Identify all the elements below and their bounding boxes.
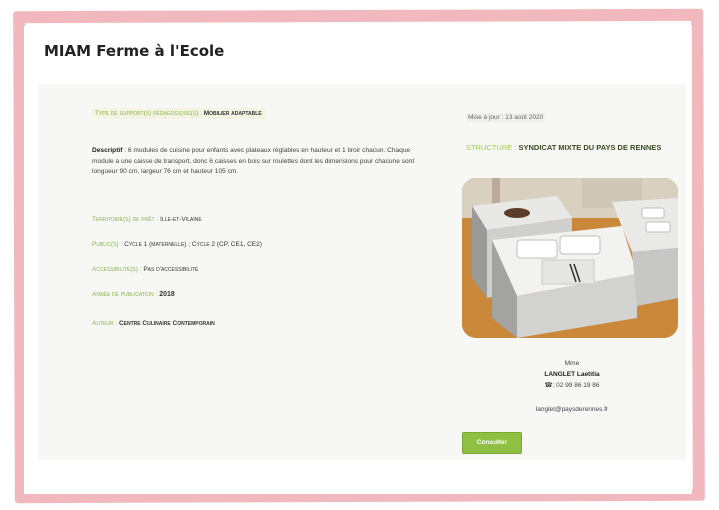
contact-name: LANGLET Laetitia xyxy=(544,371,600,378)
accessibility-row: Accessibilité(s) : Pas d'accessibilité xyxy=(92,266,199,273)
year-label: Année de publication xyxy=(92,291,154,298)
author-row: Auteur : Centre Culinaire Contemporain xyxy=(92,320,215,327)
structure-value: SYNDICAT MIXTE DU PAYS DE RENNES xyxy=(518,143,662,152)
contact-title: Mme xyxy=(564,360,580,367)
contact-phone: : 02 99 86 19 86 xyxy=(552,382,600,389)
phone-icon: ☎ xyxy=(544,382,553,389)
description-label: Descriptif xyxy=(92,147,123,154)
contact-phone-row: ☎: 02 99 86 19 86 xyxy=(522,380,622,391)
description-text: : 6 modules de cuisine pour enfants avec… xyxy=(92,147,415,175)
author-value: Centre Culinaire Contemporain xyxy=(118,320,215,327)
contact-email[interactable]: langlet@paysderennes.fr xyxy=(502,406,642,413)
audience-label: Public(s) xyxy=(92,241,119,248)
audience-row: Public(s) : Cycle 1 (maternelle) ; Cycle… xyxy=(92,241,262,248)
year-value: 2018 xyxy=(159,291,175,298)
kitchen-illustration xyxy=(462,178,678,338)
structure-block: STRUCTURE : SYNDICAT MIXTE DU PAYS DE RE… xyxy=(466,142,676,153)
author-label: Auteur xyxy=(92,320,114,327)
audience-value: Cycle 1 (maternelle) ; Cycle 2 (CP, CE1,… xyxy=(124,241,262,248)
territory-value: Ille-et-Vilaine xyxy=(160,216,202,223)
accessibility-value: Pas d'accessibilité xyxy=(143,266,199,273)
contact-block: Mme LANGLET Laetitia ☎: 02 99 86 19 86 xyxy=(522,358,622,391)
territory-label: Territoire(s) de prêt xyxy=(92,216,155,223)
type-value: Mobilier adaptable xyxy=(203,110,262,117)
territory-row: Territoire(s) de prêt : Ille-et-Vilaine xyxy=(92,216,202,223)
year-row: Année de publication : 2018 xyxy=(92,291,175,298)
page-title: MIAM Ferme à l'Ecole xyxy=(44,42,225,60)
description: Descriptif : 6 modules de cuisine pour e… xyxy=(92,146,424,178)
consult-button[interactable]: Consulter xyxy=(462,432,522,454)
accessibility-label: Accessibilité(s) xyxy=(92,266,138,273)
kitchen-modules-photo xyxy=(462,178,678,338)
structure-label: STRUCTURE : xyxy=(466,143,517,152)
type-row: Type de support(s) pédagogique(s) : Mobi… xyxy=(92,108,265,119)
updated-date: Mise à jour : 13 août 2020 xyxy=(466,113,546,122)
type-label: Type de support(s) pédagogique(s) xyxy=(95,110,199,117)
